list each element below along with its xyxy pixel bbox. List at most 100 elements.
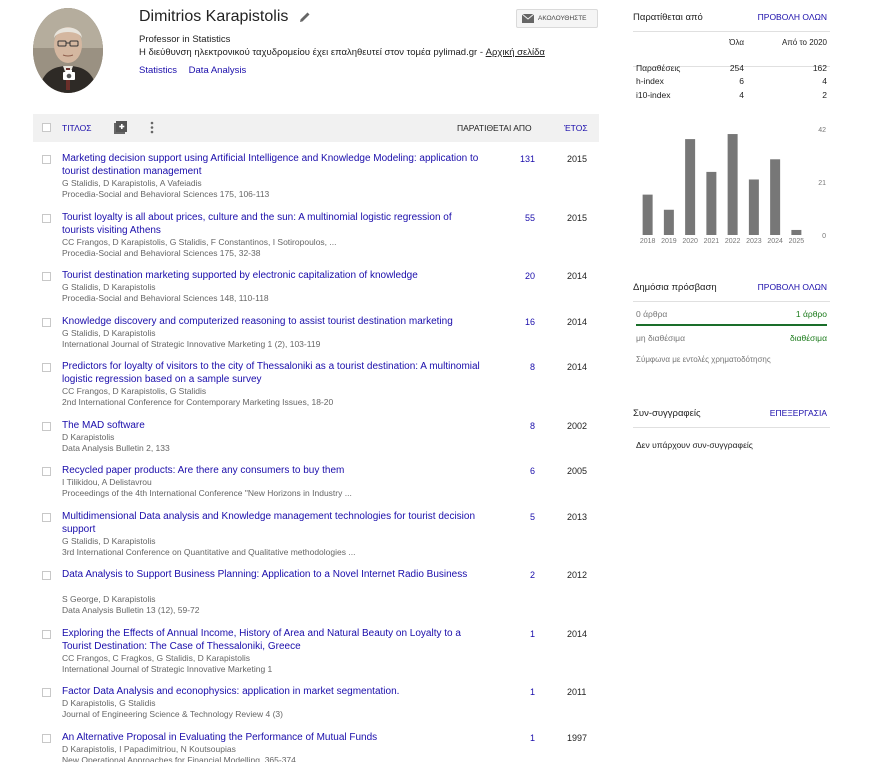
article-citations[interactable]: 8 bbox=[493, 421, 535, 431]
public-access-view-all[interactable]: ΠΡΟΒΟΛΗ ΟΛΩΝ bbox=[758, 282, 827, 292]
article-venue: Procedia-Social and Behavioral Sciences … bbox=[62, 248, 261, 258]
avatar[interactable] bbox=[33, 8, 103, 93]
public-access-panel: Δημόσια πρόσβαση ΠΡΟΒΟΛΗ ΟΛΩΝ 0 άρθρα 1 … bbox=[633, 282, 830, 372]
article-venue: 3rd International Conference on Quantita… bbox=[62, 547, 356, 557]
divider bbox=[633, 31, 830, 32]
article-venue: Proceedings of the 4th International Con… bbox=[62, 488, 352, 498]
article-authors: CC Frangos, C Fragkos, G Stalidis, D Kar… bbox=[62, 653, 251, 663]
profile-email: Η διεύθυνση ηλεκτρονικού ταχυδρομείου έχ… bbox=[139, 47, 545, 58]
article-year: 1997 bbox=[567, 733, 588, 743]
article-authors: G Stalidis, D Karapistolis bbox=[62, 328, 156, 338]
access-progress-bar bbox=[636, 324, 827, 326]
row-checkbox[interactable] bbox=[42, 272, 51, 281]
unavailable-count: 0 άρθρα bbox=[636, 309, 668, 319]
article-title[interactable]: Knowledge discovery and computerized rea… bbox=[62, 315, 484, 328]
row-checkbox[interactable] bbox=[42, 630, 51, 639]
homepage-link[interactable]: Αρχική σελίδα bbox=[486, 47, 545, 58]
public-access-header: Δημόσια πρόσβαση bbox=[633, 282, 717, 293]
chart-xtick-2024: 2024 bbox=[767, 238, 783, 245]
article-citations[interactable]: 5 bbox=[493, 512, 535, 522]
coauthors-empty: Δεν υπάρχουν συν-συγγραφείς bbox=[636, 440, 753, 450]
chart-bar-2020[interactable] bbox=[685, 139, 696, 235]
metric-hindex-since: 4 bbox=[822, 76, 827, 86]
chart-bar-2024[interactable] bbox=[770, 159, 781, 235]
article-year: 2012 bbox=[567, 570, 588, 580]
article-title[interactable]: Marketing decision support using Artific… bbox=[62, 152, 484, 178]
article-citations[interactable]: 131 bbox=[493, 154, 535, 164]
article-authors: D Karapistolis, I Papadimitriou, N Kouts… bbox=[62, 744, 236, 754]
article-citations[interactable]: 1 bbox=[493, 733, 535, 743]
divider bbox=[633, 427, 830, 428]
article-year: 2014 bbox=[567, 271, 588, 281]
row-checkbox[interactable] bbox=[42, 688, 51, 697]
chart-xtick-2020: 2020 bbox=[682, 238, 698, 245]
article-citations[interactable]: 8 bbox=[493, 362, 535, 372]
chart-bar-2018[interactable] bbox=[642, 194, 653, 235]
article-citations[interactable]: 1 bbox=[493, 687, 535, 697]
profile-interests: Statistics Data Analysis bbox=[139, 65, 255, 76]
article-citations[interactable]: 16 bbox=[493, 317, 535, 327]
chart-xtick-2021: 2021 bbox=[704, 238, 720, 245]
article-title[interactable]: Recycled paper products: Are there any c… bbox=[62, 464, 484, 477]
article-venue: 2nd International Conference for Contemp… bbox=[62, 397, 334, 407]
chart-xtick-2019: 2019 bbox=[661, 238, 677, 245]
article-citations[interactable]: 55 bbox=[493, 213, 535, 223]
article-authors: D Karapistolis bbox=[62, 432, 115, 442]
chart-bar-2019[interactable] bbox=[663, 209, 674, 235]
article-venue: Procedia-Social and Behavioral Sciences … bbox=[62, 189, 270, 199]
chart-bar-2022[interactable] bbox=[727, 134, 738, 235]
article-title[interactable]: Tourist destination marketing supported … bbox=[62, 269, 484, 282]
article-title[interactable]: Factor Data Analysis and econophysics: a… bbox=[62, 685, 484, 698]
sort-by-title[interactable]: ΤΙΤΛΟΣ bbox=[62, 123, 91, 133]
divider bbox=[633, 301, 830, 302]
row-checkbox[interactable] bbox=[42, 318, 51, 327]
chart-bar-2021[interactable] bbox=[706, 171, 717, 235]
chart-bar-2023[interactable] bbox=[748, 179, 759, 235]
article-title[interactable]: Exploring the Effects of Annual Income, … bbox=[62, 627, 484, 653]
article-title[interactable]: The MAD software bbox=[62, 419, 484, 432]
select-all-checkbox[interactable] bbox=[42, 123, 51, 132]
article-title[interactable]: Data Analysis to Support Business Planni… bbox=[62, 568, 484, 581]
article-citations[interactable]: 6 bbox=[493, 466, 535, 476]
cited-by-view-all[interactable]: ΠΡΟΒΟΛΗ ΟΛΩΝ bbox=[758, 12, 827, 22]
funding-mandates-note: Σύμφωνα με εντολές χρηματοδότησης bbox=[636, 355, 771, 364]
follow-button[interactable]: ΑΚΟΛΟΥΘΗΣΤΕ bbox=[516, 9, 598, 28]
interest-data-analysis[interactable]: Data Analysis bbox=[189, 65, 247, 76]
row-checkbox[interactable] bbox=[42, 513, 51, 522]
article-authors: G Stalidis, D Karapistolis, A Vafeiadis bbox=[62, 178, 202, 188]
row-checkbox[interactable] bbox=[42, 155, 51, 164]
article-title[interactable]: Tourist loyalty is all about prices, cul… bbox=[62, 211, 484, 237]
row-checkbox[interactable] bbox=[42, 467, 51, 476]
row-checkbox[interactable] bbox=[42, 363, 51, 372]
row-checkbox[interactable] bbox=[42, 214, 51, 223]
sort-by-citations[interactable]: ΠΑΡΑΤΙΘΕΤΑΙ ΑΠΟ bbox=[457, 123, 532, 133]
article-citations[interactable]: 2 bbox=[493, 570, 535, 580]
edit-icon[interactable] bbox=[299, 11, 311, 23]
article-citations[interactable]: 20 bbox=[493, 271, 535, 281]
more-icon[interactable] bbox=[150, 121, 154, 134]
chart-xtick-2022: 2022 bbox=[725, 238, 741, 245]
article-venue: Procedia-Social and Behavioral Sciences … bbox=[62, 293, 269, 303]
available-label: διαθέσιμα bbox=[790, 333, 827, 343]
article-authors: CC Frangos, D Karapistolis, G Stalidis, … bbox=[62, 237, 337, 247]
article-title[interactable]: Multidimensional Data analysis and Knowl… bbox=[62, 510, 484, 536]
row-checkbox[interactable] bbox=[42, 422, 51, 431]
article-year: 2014 bbox=[567, 362, 588, 372]
access-progress-fill bbox=[636, 324, 827, 326]
sort-by-year[interactable]: ΈΤΟΣ bbox=[564, 123, 588, 133]
chart-bar-2025[interactable] bbox=[791, 229, 802, 235]
article-title[interactable]: An Alternative Proposal in Evaluating th… bbox=[62, 731, 484, 744]
unavailable-label: μη διαθέσιμα bbox=[636, 333, 685, 343]
add-icon[interactable] bbox=[114, 121, 127, 134]
article-title[interactable]: Predictors for loyalty of visitors to th… bbox=[62, 360, 484, 386]
article-year: 2015 bbox=[567, 154, 588, 164]
camera-icon[interactable] bbox=[63, 70, 75, 80]
article-authors: D Karapistolis, G Stalidis bbox=[62, 698, 156, 708]
coauthors-edit[interactable]: ΕΠΕΞΕΡΓΑΣΙΑ bbox=[770, 408, 827, 418]
article-authors: CC Frangos, D Karapistolis, G Stalidis bbox=[62, 386, 207, 396]
interest-statistics[interactable]: Statistics bbox=[139, 65, 177, 76]
row-checkbox[interactable] bbox=[42, 571, 51, 580]
profile-name: Dimitrios Karapistolis bbox=[139, 8, 289, 25]
row-checkbox[interactable] bbox=[42, 734, 51, 743]
article-citations[interactable]: 1 bbox=[493, 629, 535, 639]
